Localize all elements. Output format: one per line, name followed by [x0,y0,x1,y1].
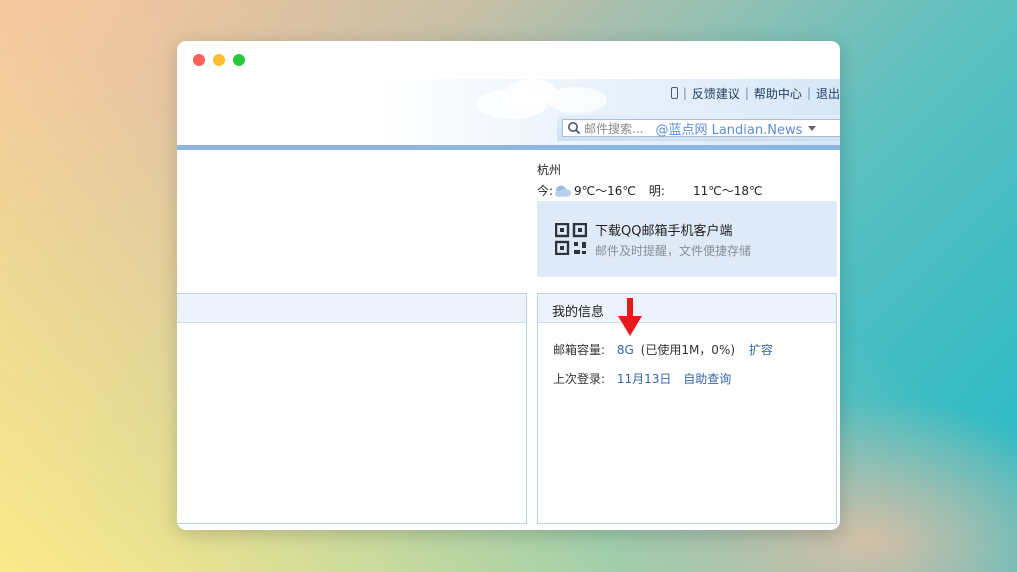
weather-today-label: 今: [537,184,554,198]
phone-icon[interactable] [670,87,678,99]
chevron-down-icon[interactable] [808,125,817,131]
link-separator: | [682,86,687,100]
weather-tomorrow-temp: 11℃～18℃ [692,184,763,198]
last-login-value: 11月13日 [616,372,672,386]
search-input[interactable]: 邮件搜索... @蓝点网 Landian.News [562,119,840,138]
expand-capacity-link[interactable]: 扩容 [749,343,773,357]
help-center-link[interactable]: 帮助中心 [754,85,802,102]
my-info-panel: 我的信息 邮箱容量: 8G (已使用1M，0%) 扩容 上次登录: 11月13日… [537,293,837,524]
browser-window: | 反馈建议 | 帮助中心 | 退出 邮件搜索... @蓝点网 Landian.… [177,41,840,530]
link-separator: | [806,86,811,100]
header-cloud-decoration [547,87,607,113]
app-promo-title: 下载QQ邮箱手机客户端 [595,224,733,239]
last-login-row: 上次登录: 11月13日 自助查询 [553,370,731,387]
panel-header [177,294,526,323]
search-box: 邮件搜索... @蓝点网 Landian.News [557,115,840,141]
link-separator: | [744,86,749,100]
minimize-window-button[interactable] [213,54,225,66]
top-links: | 反馈建议 | 帮助中心 | 退出 [670,85,840,102]
close-window-button[interactable] [193,54,205,66]
logout-link[interactable]: 退出 [816,85,840,102]
capacity-row: 邮箱容量: 8G (已使用1M，0%) 扩容 [553,341,773,358]
weather-today-temp: 9℃～16℃ [574,184,636,198]
app-promo-subtitle: 邮件及时提醒，文件便捷存储 [595,244,752,258]
mobile-app-promo[interactable]: 下载QQ邮箱手机客户端 邮件及时提醒，文件便捷存储 [537,201,837,277]
capacity-usage: (已使用1M，0%) [640,343,736,357]
capacity-value: 8G [616,343,634,357]
window-controls [193,54,245,66]
maximize-window-button[interactable] [233,54,245,66]
cloud-icon [555,185,572,197]
self-query-link[interactable]: 自助查询 [683,372,731,386]
weather-tomorrow-label: 明: [648,184,665,198]
capacity-label: 邮箱容量: [553,343,606,357]
my-info-title: 我的信息 [552,305,605,320]
weather-city: 杭州 [537,163,562,177]
header-divider [177,145,840,150]
content-panel [177,293,527,524]
search-icon [568,122,581,135]
search-placeholder: 邮件搜索... [584,121,644,136]
red-arrow-annotation [618,298,642,336]
feedback-link[interactable]: 反馈建议 [692,85,740,102]
last-login-label: 上次登录: [553,372,606,386]
qr-code-icon [555,223,587,255]
weather-widget: 杭州 今: 9℃～16℃ 明: 11℃～18℃ [537,161,762,199]
watermark-text: @蓝点网 Landian.News [655,122,803,138]
